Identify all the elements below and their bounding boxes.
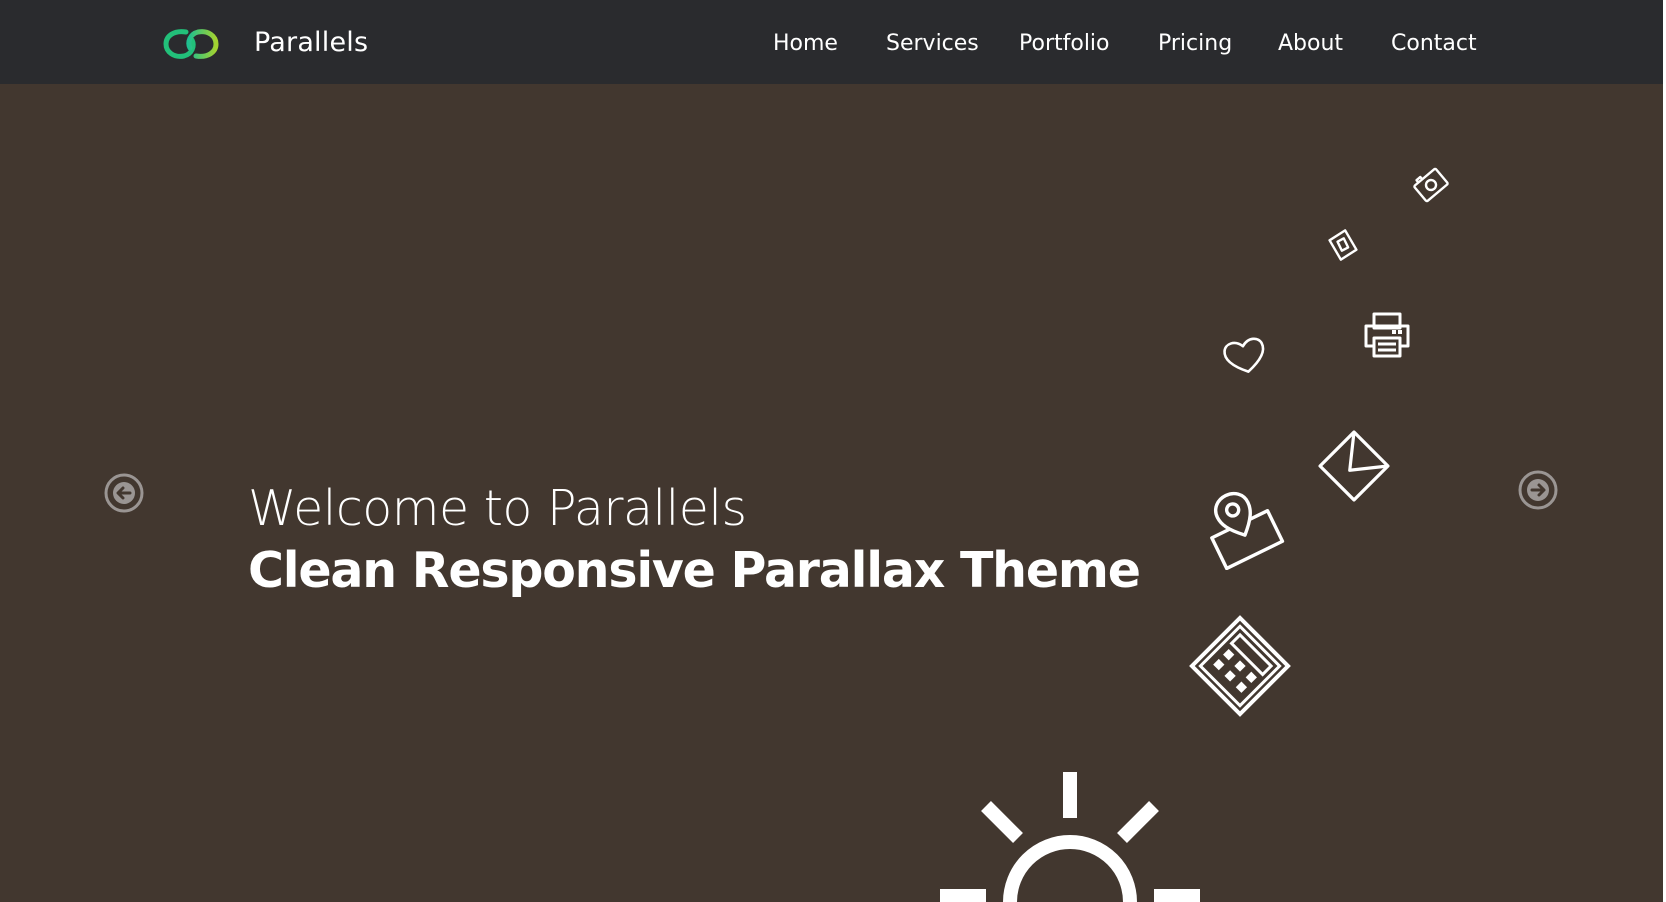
- nav-contact[interactable]: Contact: [1391, 26, 1477, 62]
- nav-about[interactable]: About: [1278, 26, 1343, 62]
- arrow-right-circle-icon[interactable]: [1517, 469, 1559, 511]
- nav-home[interactable]: Home: [773, 26, 838, 62]
- nav-portfolio[interactable]: Portfolio: [1019, 26, 1110, 62]
- hero-tagline: Clean Responsive Parallax Theme: [248, 542, 1141, 599]
- heart-icon: [1223, 337, 1265, 373]
- camera-icon: [1413, 167, 1449, 203]
- location-pin-icon: [1210, 491, 1285, 570]
- nav-services[interactable]: Services: [886, 26, 979, 62]
- navbar: Parallels Home Services Portfolio Pricin…: [0, 0, 1666, 84]
- brand-name[interactable]: Parallels: [254, 24, 368, 62]
- sun-icon: [940, 772, 1200, 902]
- envelope-icon: [1318, 430, 1390, 502]
- browser-frame: Parallels Home Services Portfolio Pricin…: [0, 0, 1666, 902]
- printer-icon: [1364, 312, 1410, 358]
- hero-text: Welcome to Parallels Clean Responsive Pa…: [248, 478, 1141, 602]
- hero-section: Parallels Home Services Portfolio Pricin…: [0, 0, 1666, 902]
- hero-welcome: Welcome to Parallels: [248, 480, 747, 537]
- nav-pricing[interactable]: Pricing: [1158, 26, 1232, 62]
- tag-icon: [1328, 229, 1358, 261]
- arrow-left-circle-icon[interactable]: [103, 472, 145, 514]
- calculator-icon: [1189, 615, 1291, 717]
- parallels-logo-icon[interactable]: [162, 24, 220, 64]
